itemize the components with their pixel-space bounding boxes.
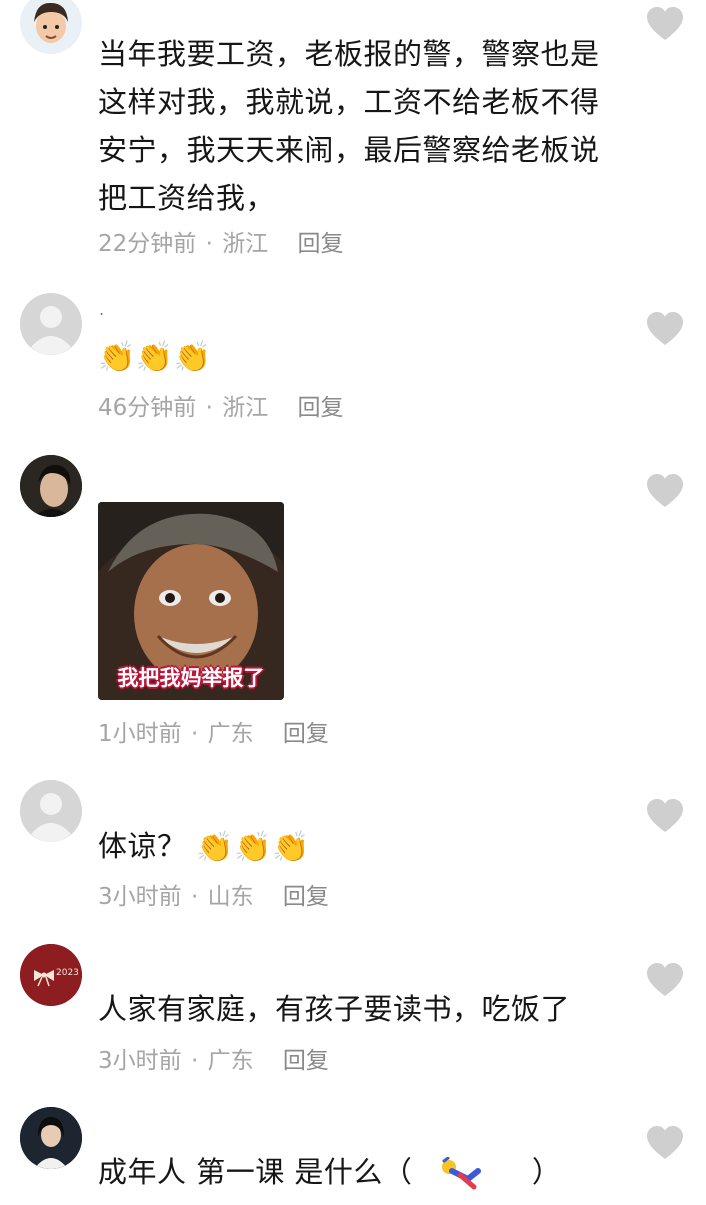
avatar[interactable] bbox=[20, 293, 82, 355]
meta-separator: · bbox=[190, 1048, 199, 1074]
comment-text: 成年人 第一课 是什么（ ） bbox=[98, 1148, 618, 1196]
heart-icon bbox=[647, 474, 683, 507]
heart-icon bbox=[647, 799, 683, 832]
like-button[interactable] bbox=[645, 798, 685, 834]
heart-icon bbox=[647, 1126, 683, 1159]
portrait-avatar-icon bbox=[20, 1107, 82, 1169]
comment-location: 山东 bbox=[207, 884, 254, 910]
meta-separator: · bbox=[190, 721, 199, 747]
comment-time: 1小时前 bbox=[98, 721, 182, 747]
default-avatar-icon bbox=[20, 293, 82, 355]
meta-separator: · bbox=[205, 231, 213, 257]
like-button[interactable] bbox=[645, 962, 685, 998]
comment-meta: 1小时前 · 广东 回复 bbox=[98, 714, 329, 748]
comment-time: 3小时前 bbox=[98, 1048, 182, 1074]
comment-text: 当年我要工资，老板报的警，警察也是这样对我，我就说，工资不给老板不得安宁，我天天… bbox=[98, 37, 600, 215]
reply-button[interactable]: 回复 bbox=[283, 1048, 329, 1074]
comment-time: 22分钟前 bbox=[98, 231, 197, 257]
reply-button[interactable]: 回复 bbox=[298, 231, 344, 257]
clapping-hands-emoji: 👏👏👏 bbox=[98, 340, 212, 375]
comment-location: 广东 bbox=[207, 1048, 254, 1074]
like-button[interactable] bbox=[645, 6, 685, 42]
comment-text: 体谅？ 👏👏👏 bbox=[98, 822, 618, 870]
comment-location: 浙江 bbox=[222, 395, 269, 421]
avatar[interactable]: 2023 bbox=[20, 944, 82, 1006]
heart-icon bbox=[647, 7, 683, 40]
reply-button[interactable]: 回复 bbox=[283, 884, 329, 910]
comment-text-content: 体谅？ bbox=[98, 829, 187, 863]
clapping-hands-emoji: 👏👏👏 bbox=[196, 830, 310, 865]
avatar[interactable] bbox=[20, 1107, 82, 1169]
meme-image[interactable]: 我把我妈举报了 bbox=[98, 502, 284, 700]
comment-location: 广东 bbox=[207, 721, 254, 747]
meta-separator: · bbox=[205, 395, 213, 421]
meme-caption: 我把我妈举报了 bbox=[117, 666, 265, 690]
comment-meta: 3小时前 · 广东 回复 bbox=[98, 1041, 329, 1075]
comment-emoji: 👏👏👏 bbox=[98, 332, 618, 380]
comment-meta: 22分钟前 · 浙江 回复 bbox=[98, 224, 344, 258]
reply-button[interactable]: 回复 bbox=[283, 721, 329, 747]
avatar[interactable] bbox=[20, 0, 82, 54]
portrait-avatar-icon bbox=[20, 455, 82, 517]
avatar[interactable] bbox=[20, 455, 82, 517]
like-button[interactable] bbox=[645, 311, 685, 347]
reply-button[interactable]: 回复 bbox=[298, 395, 344, 421]
comment-text-content: 成年人 第一课 是什么（ bbox=[98, 1155, 413, 1189]
comment-location: 浙江 bbox=[222, 231, 269, 257]
comment-text: 人家有家庭，有孩子要读书，吃饭了 bbox=[98, 992, 571, 1026]
comment-meta: 46分钟前 · 浙江 回复 bbox=[98, 388, 344, 422]
avatar-label: 2023 bbox=[56, 968, 79, 978]
comment-time: 46分钟前 bbox=[98, 395, 197, 421]
comment-meta: 3小时前 · 山东 回复 bbox=[98, 877, 329, 911]
heart-icon bbox=[647, 312, 683, 345]
falling-person-sticker-icon bbox=[438, 1156, 482, 1191]
default-avatar-icon bbox=[20, 780, 82, 842]
comment-username[interactable]: . bbox=[99, 300, 104, 320]
comment-time: 3小时前 bbox=[98, 884, 182, 910]
heart-icon bbox=[647, 963, 683, 996]
comment-text-content: ） bbox=[531, 1155, 562, 1189]
cartoon-avatar-icon bbox=[20, 0, 82, 54]
avatar[interactable] bbox=[20, 780, 82, 842]
like-button[interactable] bbox=[645, 473, 685, 509]
meta-separator: · bbox=[190, 884, 199, 910]
like-button[interactable] bbox=[645, 1125, 685, 1161]
